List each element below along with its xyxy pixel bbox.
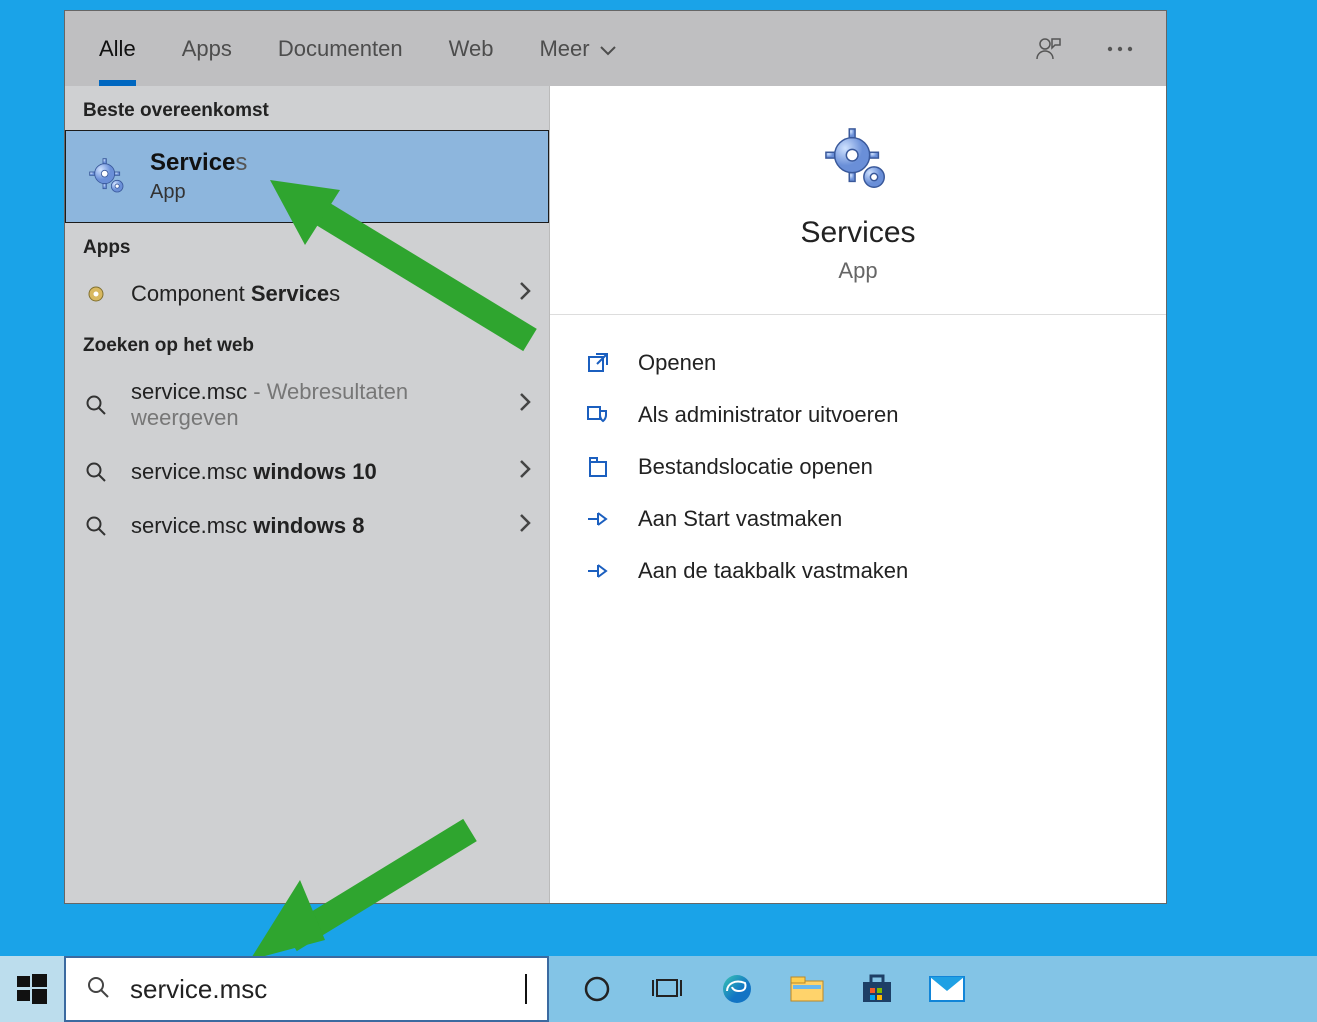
action-file-location[interactable]: Bestandslocatie openen: [578, 441, 1138, 493]
chevron-right-icon: [519, 392, 531, 418]
section-web: Zoeken op het web: [65, 321, 549, 365]
search-icon: [83, 515, 109, 537]
explorer-icon[interactable]: [789, 971, 825, 1007]
action-label: Openen: [638, 350, 716, 376]
best-match-subtitle: App: [150, 181, 247, 204]
action-label: Aan Start vastmaken: [638, 506, 842, 532]
mail-icon[interactable]: [929, 971, 965, 1007]
desktop: Alle Apps Documenten Web Meer: [0, 0, 1317, 1022]
cortana-icon[interactable]: [579, 971, 615, 1007]
services-gear-icon: [88, 157, 128, 197]
result-web-servicemsc-win8[interactable]: service.msc windows 8: [65, 499, 549, 553]
tab-web[interactable]: Web: [449, 11, 494, 86]
result-label: Component Services: [131, 281, 497, 307]
result-web-servicemsc[interactable]: service.msc - Webresultaten weergeven: [65, 365, 549, 445]
taskbar-search-box[interactable]: [64, 956, 549, 1022]
action-label: Bestandslocatie openen: [638, 454, 873, 480]
edge-icon[interactable]: [719, 971, 755, 1007]
taskbar: [0, 956, 1317, 1022]
tab-web-label: Web: [449, 36, 494, 62]
best-match-result[interactable]: Services App: [65, 130, 549, 223]
search-body: Beste overeenkomst: [65, 86, 1166, 903]
result-label: service.msc windows 10: [131, 459, 497, 485]
pin-icon: [584, 505, 612, 533]
services-gear-icon: [823, 126, 893, 196]
open-icon: [584, 349, 612, 377]
results-column: Beste overeenkomst: [65, 86, 550, 903]
action-run-admin[interactable]: Als administrator uitvoeren: [578, 389, 1138, 441]
feedback-icon[interactable]: [1032, 33, 1064, 65]
action-pin-start[interactable]: Aan Start vastmaken: [578, 493, 1138, 545]
component-services-icon: [83, 284, 109, 304]
start-search-panel: Alle Apps Documenten Web Meer: [64, 10, 1167, 904]
search-icon: [86, 975, 110, 1004]
admin-shield-icon: [584, 401, 612, 429]
taskbar-pinned-apps: [579, 971, 965, 1007]
preview-title: Services: [800, 216, 915, 250]
best-match-text: Services App: [150, 149, 247, 204]
best-match-title: Services: [150, 149, 247, 177]
section-best-match: Beste overeenkomst: [65, 86, 549, 130]
store-icon[interactable]: [859, 971, 895, 1007]
result-label: service.msc windows 8: [131, 513, 497, 539]
chevron-right-icon: [519, 513, 531, 539]
chevron-right-icon: [519, 459, 531, 485]
result-label: service.msc - Webresultaten weergeven: [131, 379, 497, 431]
windows-logo-icon: [17, 974, 47, 1004]
action-label: Als administrator uitvoeren: [638, 402, 898, 428]
tab-all-label: Alle: [99, 36, 136, 62]
taskview-icon[interactable]: [649, 971, 685, 1007]
top-actions: [1032, 11, 1136, 86]
tab-documents[interactable]: Documenten: [278, 11, 403, 86]
action-open[interactable]: Openen: [578, 337, 1138, 389]
preview-header: Services App: [550, 86, 1166, 315]
search-tabs: Alle Apps Documenten Web Meer: [65, 11, 1166, 86]
preview-actions: Openen Als administrator uitvoeren Besta…: [550, 315, 1166, 619]
chevron-down-icon: [600, 36, 616, 62]
tab-all[interactable]: Alle: [99, 11, 136, 86]
section-apps: Apps: [65, 223, 549, 267]
pin-icon: [584, 557, 612, 585]
text-caret: [525, 974, 527, 1004]
preview-subtitle: App: [838, 258, 877, 284]
search-icon: [83, 461, 109, 483]
folder-icon: [584, 453, 612, 481]
tab-apps[interactable]: Apps: [182, 11, 232, 86]
tab-more[interactable]: Meer: [539, 11, 615, 86]
tab-more-label: Meer: [539, 36, 589, 62]
tab-documents-label: Documenten: [278, 36, 403, 62]
preview-column: Services App Openen Als administrator ui…: [550, 86, 1166, 903]
taskbar-search-input[interactable]: [130, 974, 505, 1005]
result-web-servicemsc-win10[interactable]: service.msc windows 10: [65, 445, 549, 499]
more-options-icon[interactable]: [1104, 33, 1136, 65]
search-icon: [83, 394, 109, 416]
start-button[interactable]: [0, 956, 64, 1022]
result-component-services[interactable]: Component Services: [65, 267, 549, 321]
action-pin-taskbar[interactable]: Aan de taakbalk vastmaken: [578, 545, 1138, 597]
tab-apps-label: Apps: [182, 36, 232, 62]
chevron-right-icon: [519, 281, 531, 307]
action-label: Aan de taakbalk vastmaken: [638, 558, 908, 584]
